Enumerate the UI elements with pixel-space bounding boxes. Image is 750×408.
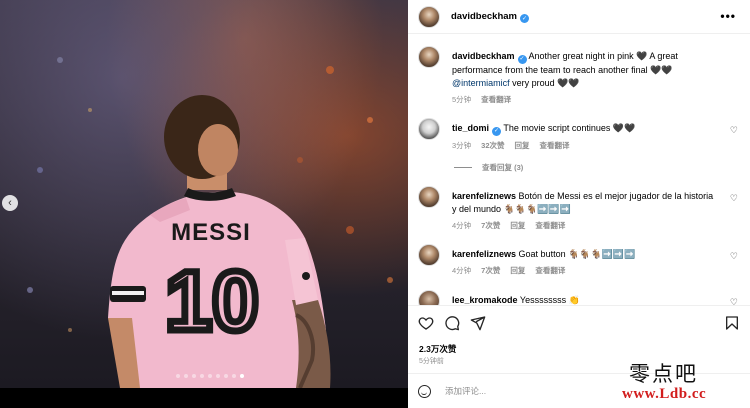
carousel-dot: [224, 374, 228, 378]
author-username[interactable]: davidbeckham: [451, 11, 517, 22]
carousel-dot: [232, 374, 236, 378]
watermark-url: www.Ldb.cc: [622, 386, 707, 402]
avatar[interactable]: [418, 186, 440, 208]
verified-icon: ✓: [520, 13, 529, 23]
divider: [408, 305, 750, 306]
translate-link[interactable]: 查看翻译: [540, 139, 570, 152]
heart-icon[interactable]: ♡: [730, 193, 738, 204]
comment-text: The movie script continues 🖤🖤: [503, 123, 636, 133]
carousel-dot: [200, 374, 204, 378]
heart-icon[interactable]: ♡: [730, 251, 738, 262]
emoji-icon[interactable]: [418, 384, 431, 398]
comment-icon[interactable]: [444, 315, 460, 331]
divider: [408, 373, 750, 374]
post-header: davidbeckham ✓ •••: [408, 0, 750, 34]
caption-mention[interactable]: @intermiamicf: [452, 78, 510, 88]
comment-likes[interactable]: 32次赞: [481, 139, 504, 152]
avatar[interactable]: [418, 118, 440, 140]
translate-link[interactable]: 查看翻译: [535, 264, 565, 277]
view-replies-button[interactable]: 查看回复 (3): [454, 162, 523, 173]
verified-icon: ✓: [492, 127, 502, 136]
comment-input[interactable]: 添加评论...: [445, 385, 486, 397]
jersey-name: MESSI: [171, 219, 251, 246]
reply-button[interactable]: 回复: [515, 139, 530, 152]
comment-time[interactable]: 4分钟: [452, 219, 471, 232]
comment-username[interactable]: tie_domi: [452, 123, 489, 133]
view-replies-label[interactable]: 查看回复 (3): [482, 162, 523, 173]
more-icon[interactable]: •••: [720, 9, 736, 23]
comment-text: Yessssssss 👏: [519, 295, 580, 305]
post-photo: MESSI 10: [27, 57, 393, 388]
likes-count[interactable]: 2.3万次赞: [419, 343, 456, 355]
heart-icon[interactable]: ♡: [730, 297, 738, 305]
action-bar: [418, 315, 740, 333]
carousel-dot: [208, 374, 212, 378]
avatar[interactable]: [418, 5, 440, 28]
share-icon[interactable]: [470, 315, 486, 331]
avatar[interactable]: [418, 244, 440, 266]
comment-time[interactable]: 3分钟: [452, 139, 471, 152]
carousel-dot: [216, 374, 220, 378]
jersey-number: 10: [165, 254, 258, 348]
reply-button[interactable]: 回复: [510, 219, 525, 232]
carousel-dot: [192, 374, 196, 378]
divider: [454, 167, 472, 168]
previous-photo-button[interactable]: ‹: [2, 195, 18, 211]
translate-link[interactable]: 查看翻译: [481, 93, 511, 106]
post-time: 5分钟前: [419, 358, 444, 365]
avatar[interactable]: [418, 46, 440, 68]
carousel-dot: [184, 374, 188, 378]
caption-username[interactable]: davidbeckham: [452, 51, 515, 61]
post-media[interactable]: MESSI 10 ‹: [0, 0, 408, 388]
chevron-left-icon: ‹: [8, 196, 12, 209]
comment-username[interactable]: karenfeliznews: [452, 249, 516, 259]
caption-time[interactable]: 5分钟: [452, 93, 471, 106]
comment-username[interactable]: lee_kromakode: [452, 295, 518, 305]
heart-icon[interactable]: ♡: [730, 125, 738, 136]
comment-time[interactable]: 4分钟: [452, 264, 471, 277]
verified-icon: ✓: [517, 55, 527, 64]
avatar[interactable]: [418, 290, 440, 305]
comment-username[interactable]: karenfeliznews: [452, 191, 516, 201]
watermark-title: 零点吧: [629, 362, 698, 386]
reply-button[interactable]: 回复: [510, 264, 525, 277]
comments-list[interactable]: davidbeckham ✓ Another great night in pin…: [408, 34, 750, 305]
caption-text-end: very proud 🖤🖤: [509, 78, 580, 88]
carousel-dot: [240, 374, 244, 378]
comment-text: Goat button 🐐🐐🐐➡️➡️➡️: [518, 249, 636, 259]
carousel-indicator: [176, 374, 244, 378]
translate-link[interactable]: 查看翻译: [535, 219, 565, 232]
carousel-dot: [176, 374, 180, 378]
heart-icon[interactable]: [418, 315, 434, 331]
bookmark-icon[interactable]: [724, 315, 740, 331]
comment-likes[interactable]: 7次赞: [481, 264, 500, 277]
comment-likes[interactable]: 7次赞: [481, 219, 500, 232]
post-panel: davidbeckham ✓ ••• davidbeckham ✓ Another …: [408, 0, 750, 408]
